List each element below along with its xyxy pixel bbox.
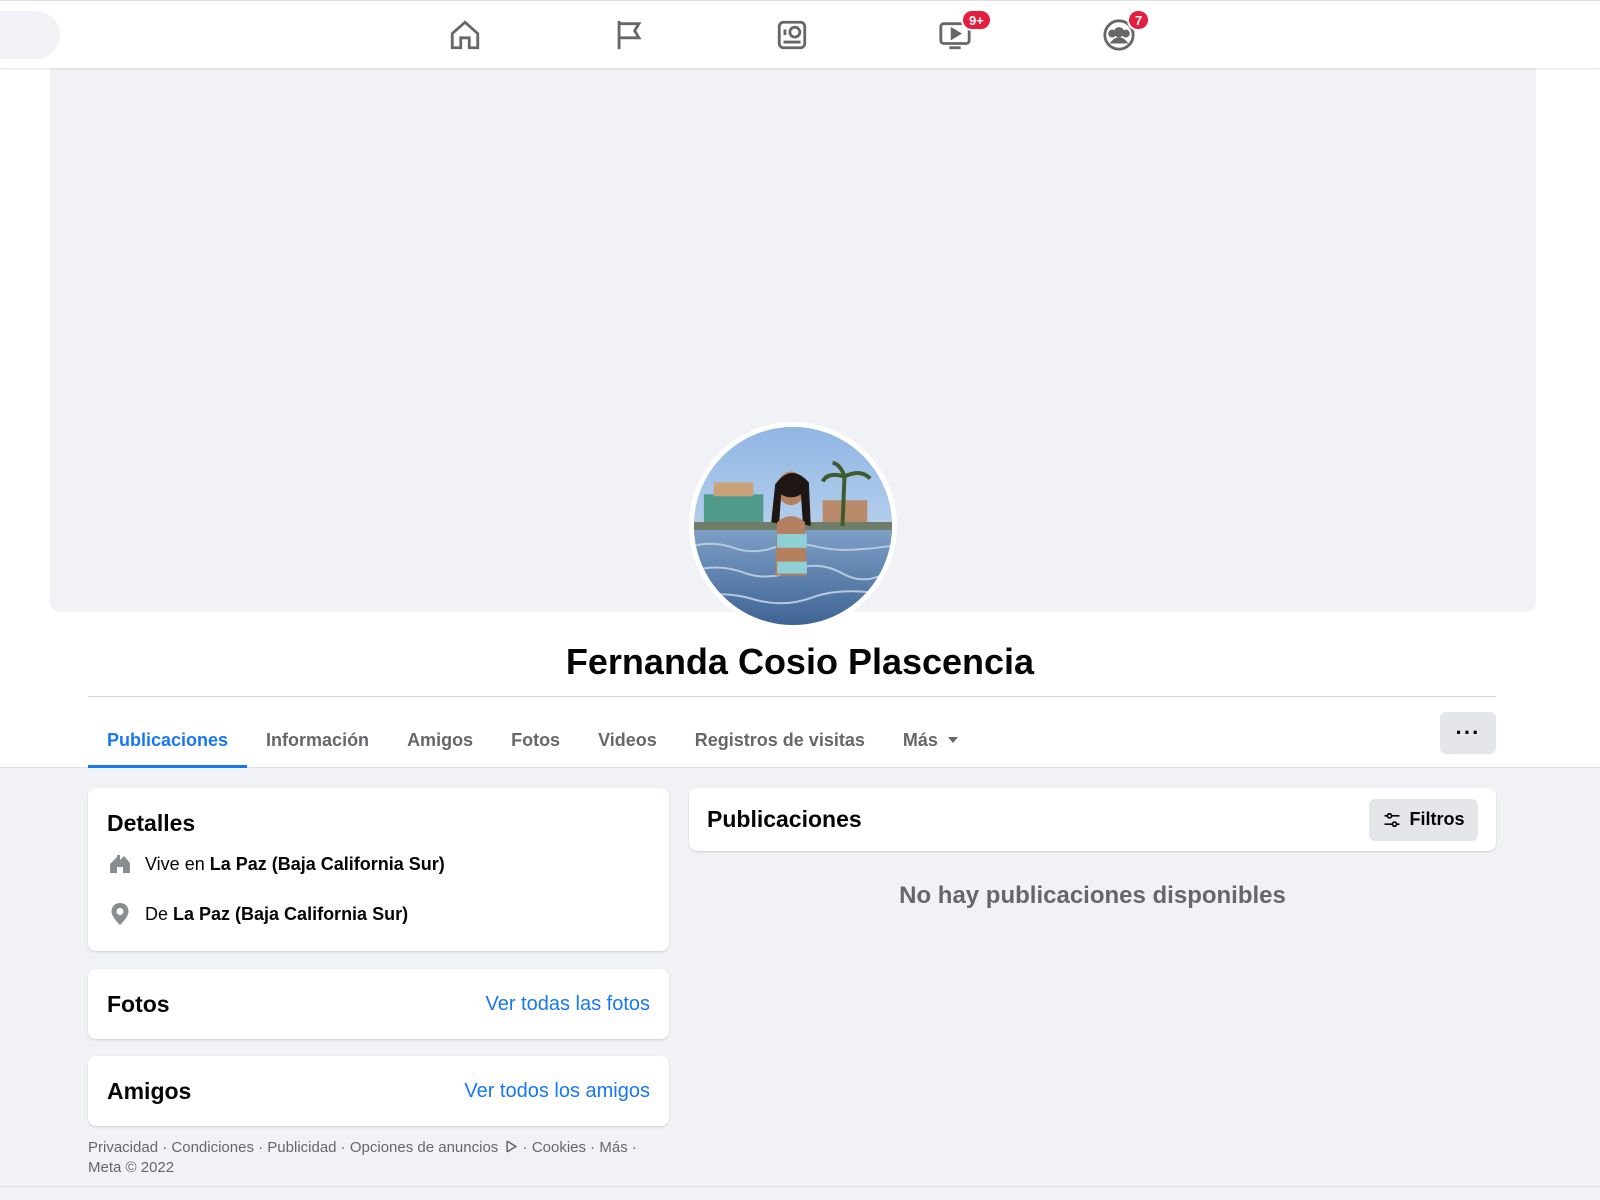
tab-informacion[interactable]: Información xyxy=(247,712,388,768)
profile-name: Fernanda Cosio Plascencia xyxy=(565,641,1035,682)
house-icon xyxy=(107,851,133,877)
pages-nav-button[interactable] xyxy=(607,13,651,57)
profile-picture[interactable] xyxy=(689,422,897,630)
footer-separator: · xyxy=(518,1139,532,1156)
photos-title: Fotos xyxy=(107,990,170,1017)
search-bar[interactable] xyxy=(0,11,60,59)
footer-separator: · xyxy=(627,1139,637,1156)
footer-links: Privacidad · Condiciones · Publicidad · … xyxy=(88,1138,688,1178)
location-pin-icon xyxy=(107,901,133,927)
posts-title: Publicaciones xyxy=(707,806,862,832)
tab-registros-de-visitas[interactable]: Registros de visitas xyxy=(676,712,884,768)
ad-choices-icon xyxy=(506,1140,518,1153)
tab-mas[interactable]: Más xyxy=(884,712,977,768)
footer-separator: · xyxy=(253,1139,268,1156)
footer-more-link[interactable]: Más xyxy=(599,1139,627,1156)
groups-nav-button[interactable]: 7 xyxy=(1097,9,1151,57)
tab-videos[interactable]: Videos xyxy=(579,712,676,768)
caret-down-icon xyxy=(947,737,958,743)
details-title: Detalles xyxy=(107,810,196,836)
home-nav-button[interactable] xyxy=(443,13,487,57)
watch-notification-badge: 9+ xyxy=(961,9,992,31)
footer-terms-link[interactable]: Condiciones xyxy=(171,1139,254,1156)
profile-photo-image xyxy=(694,427,892,625)
posts-card: Publicaciones Filtros xyxy=(689,788,1496,851)
lives-in-row: Vive en La Paz (Baja California Sur) xyxy=(107,851,445,877)
no-posts-message: No hay publicaciones disponibles xyxy=(899,882,1286,909)
tab-publicaciones[interactable]: Publicaciones xyxy=(88,712,248,768)
friends-title: Amigos xyxy=(107,1077,192,1104)
see-all-photos-link[interactable]: Ver todas las fotos xyxy=(485,993,650,1016)
lives-in-place[interactable]: La Paz (Baja California Sur) xyxy=(210,854,445,875)
photos-card: Fotos Ver todas las fotos xyxy=(88,969,669,1039)
footer-advertising-link[interactable]: Publicidad xyxy=(267,1139,336,1156)
from-prefix: De xyxy=(145,903,169,924)
header-divider xyxy=(88,696,1496,697)
top-navbar: 9+ 7 xyxy=(0,0,1600,68)
details-card: Detalles Vive en La Paz (Baja California… xyxy=(88,788,669,951)
filters-sliders-icon xyxy=(1384,812,1400,827)
footer-ad-choices-link[interactable]: Opciones de anuncios xyxy=(350,1139,498,1156)
footer-copyright: Meta © 2022 xyxy=(88,1159,175,1176)
watch-nav-button[interactable]: 9+ xyxy=(933,9,992,57)
more-options-button[interactable]: ··· xyxy=(1440,712,1496,754)
bottom-divider xyxy=(0,1186,1600,1187)
footer-separator: · xyxy=(336,1139,350,1156)
groups-notification-badge: 7 xyxy=(1127,9,1151,31)
lives-in-prefix: Vive en xyxy=(145,853,205,874)
tab-amigos[interactable]: Amigos xyxy=(388,712,492,768)
filters-label: Filtros xyxy=(1409,809,1465,829)
pages-flag-icon xyxy=(617,20,642,50)
see-all-friends-link[interactable]: Ver todos los amigos xyxy=(464,1080,650,1103)
home-icon xyxy=(450,20,480,50)
friends-card: Amigos Ver todos los amigos xyxy=(88,1056,669,1126)
footer-cookies-link[interactable]: Cookies xyxy=(532,1139,586,1156)
profile-tabs: Publicaciones Información Amigos Fotos V… xyxy=(88,712,977,768)
profile-header: Fernanda Cosio Plascencia Publicaciones … xyxy=(0,68,1600,768)
from-place[interactable]: La Paz (Baja California Sur) xyxy=(173,904,408,925)
tab-mas-label: Más xyxy=(902,729,938,750)
from-row: De La Paz (Baja California Sur) xyxy=(107,901,408,927)
footer-separator: · xyxy=(158,1139,172,1156)
footer-separator: · xyxy=(586,1139,600,1156)
marketplace-icon xyxy=(777,20,807,50)
marketplace-nav-button[interactable] xyxy=(770,13,814,57)
filters-button[interactable]: Filtros xyxy=(1369,798,1478,841)
tab-fotos[interactable]: Fotos xyxy=(492,712,579,768)
footer-privacy-link[interactable]: Privacidad xyxy=(88,1139,158,1156)
